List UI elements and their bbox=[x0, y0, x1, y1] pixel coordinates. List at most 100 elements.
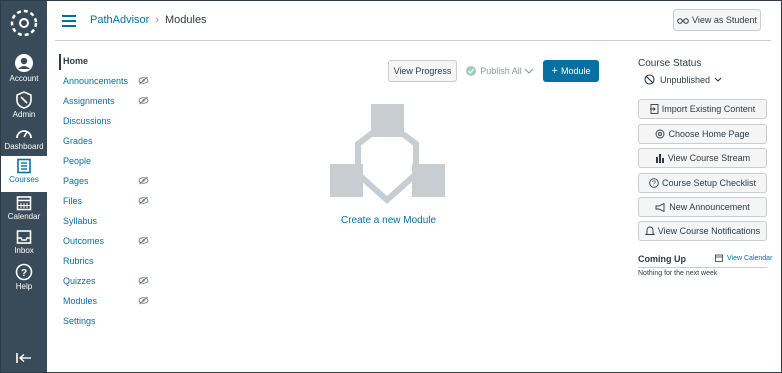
course-nav-settings-label: Settings bbox=[63, 316, 96, 326]
view-progress-button[interactable]: View Progress bbox=[388, 60, 457, 82]
gnav-inbox-label: Inbox bbox=[14, 246, 34, 255]
chevron-down-icon bbox=[714, 77, 722, 82]
course-nav-discussions-label: Discussions bbox=[63, 116, 112, 126]
course-nav-home-label: Home bbox=[63, 56, 89, 66]
course-nav-quizzes[interactable]: Quizzes bbox=[63, 276, 149, 290]
course-status-dropdown[interactable]: Unpublished bbox=[644, 74, 722, 85]
view-course-stream-button[interactable]: View Course Stream bbox=[638, 148, 767, 168]
course-nav-grades[interactable]: Grades bbox=[63, 136, 149, 150]
coming-up-title: Coming Up bbox=[638, 254, 686, 264]
glasses-icon bbox=[677, 17, 689, 24]
course-nav-pages[interactable]: Pages bbox=[63, 176, 149, 190]
course-nav-files[interactable]: Files bbox=[63, 196, 149, 210]
plus-icon: + bbox=[551, 65, 558, 77]
course-nav-assignments-label: Assignments bbox=[63, 96, 115, 106]
course-nav-files-label: Files bbox=[63, 196, 83, 206]
gnav-inbox[interactable]: Inbox bbox=[1, 227, 47, 261]
course-nav-pages-label: Pages bbox=[63, 176, 89, 186]
new-announcement-button[interactable]: New Announcement bbox=[638, 197, 767, 217]
courses-icon bbox=[17, 158, 31, 174]
svg-text:?: ? bbox=[652, 181, 656, 188]
course-nav-outcomes[interactable]: Outcomes bbox=[63, 236, 149, 250]
hidden-eye-icon bbox=[138, 296, 149, 305]
choose-home-page-button[interactable]: Choose Home Page bbox=[638, 124, 767, 144]
coming-up-divider bbox=[638, 267, 767, 268]
gnav-dashboard[interactable]: Dashboard bbox=[1, 123, 47, 157]
inbox-icon bbox=[16, 230, 32, 244]
calendar-icon bbox=[16, 196, 32, 211]
gnav-calendar-label: Calendar bbox=[7, 212, 41, 221]
hidden-eye-icon bbox=[138, 196, 149, 205]
course-nav-quizzes-label: Quizzes bbox=[63, 276, 96, 286]
course-nav-announcements[interactable]: Announcements bbox=[63, 76, 149, 90]
gnav-account[interactable]: Account bbox=[1, 51, 47, 85]
target-icon bbox=[656, 129, 665, 139]
help-icon: ? bbox=[15, 263, 33, 281]
course-menu-toggle-icon[interactable] bbox=[62, 15, 76, 27]
hidden-eye-icon bbox=[138, 176, 149, 185]
unpublished-icon bbox=[644, 74, 655, 85]
view-course-stream-label: View Course Stream bbox=[667, 153, 751, 163]
bar-chart-icon bbox=[655, 153, 664, 163]
dashboard-icon bbox=[16, 130, 32, 139]
view-course-notifications-label: View Course Notifications bbox=[657, 226, 761, 236]
account-icon bbox=[15, 54, 33, 72]
modules-empty-illustration bbox=[330, 104, 445, 205]
import-content-label: Import Existing Content bbox=[661, 104, 756, 114]
breadcrumb-course-link[interactable]: PathAdvisor bbox=[90, 14, 149, 26]
course-nav-settings[interactable]: Settings bbox=[63, 316, 149, 330]
breadcrumb: PathAdvisor › Modules bbox=[90, 14, 207, 26]
header-divider bbox=[55, 40, 771, 41]
view-progress-label: View Progress bbox=[393, 66, 452, 76]
published-check-icon bbox=[466, 66, 477, 76]
hidden-eye-icon bbox=[138, 276, 149, 285]
gnav-courses[interactable]: Courses bbox=[1, 156, 47, 192]
course-nav-home[interactable]: Home bbox=[59, 54, 149, 70]
course-status-title: Course Status bbox=[638, 58, 702, 69]
course-nav-assignments[interactable]: Assignments bbox=[63, 96, 149, 110]
view-as-student-label: View as Student bbox=[692, 15, 757, 25]
course-nav-discussions[interactable]: Discussions bbox=[63, 116, 149, 130]
svg-text:?: ? bbox=[21, 268, 27, 279]
import-content-button[interactable]: Import Existing Content bbox=[638, 99, 767, 119]
gnav-help[interactable]: ? Help bbox=[1, 261, 47, 295]
add-module-button[interactable]: + Module bbox=[543, 60, 599, 82]
add-module-label: Module bbox=[560, 66, 591, 76]
course-nav-people-label: People bbox=[63, 156, 92, 166]
course-status-value: Unpublished bbox=[660, 74, 711, 85]
publish-all-label: Publish All bbox=[480, 66, 522, 76]
gnav-dashboard-label: Dashboard bbox=[4, 142, 44, 151]
course-nav-grades-label: Grades bbox=[63, 136, 93, 146]
gnav-help-label: Help bbox=[15, 282, 33, 291]
gnav-admin[interactable]: Admin bbox=[1, 89, 47, 123]
new-announcement-label: New Announcement bbox=[669, 202, 750, 212]
calendar-icon bbox=[715, 254, 723, 262]
publish-all-button[interactable]: Publish All bbox=[462, 60, 538, 82]
create-module-link[interactable]: Create a new Module bbox=[341, 215, 436, 226]
gnav-admin-label: Admin bbox=[12, 110, 36, 119]
course-nav-people[interactable]: People bbox=[63, 156, 149, 170]
choose-home-page-label: Choose Home Page bbox=[668, 129, 750, 139]
collapse-nav-button[interactable] bbox=[1, 350, 47, 366]
course-nav-modules-label: Modules bbox=[63, 296, 98, 306]
hidden-eye-icon bbox=[138, 236, 149, 245]
course-nav-syllabus[interactable]: Syllabus bbox=[63, 216, 149, 230]
course-nav-modules[interactable]: Modules bbox=[63, 296, 149, 310]
canvas-logo-icon[interactable] bbox=[1, 1, 47, 45]
course-nav-rubrics[interactable]: Rubrics bbox=[63, 256, 149, 270]
view-as-student-button[interactable]: View as Student bbox=[673, 9, 761, 31]
view-calendar-link[interactable]: View Calendar bbox=[715, 254, 772, 262]
breadcrumb-separator: › bbox=[155, 14, 159, 26]
course-nav-syllabus-label: Syllabus bbox=[63, 216, 98, 226]
gnav-account-label: Account bbox=[9, 74, 39, 83]
global-nav: Account Admin Dashboard Courses Calendar… bbox=[1, 1, 47, 372]
megaphone-icon bbox=[655, 202, 665, 212]
breadcrumb-current: Modules bbox=[164, 14, 207, 26]
gnav-calendar[interactable]: Calendar bbox=[1, 193, 47, 227]
course-setup-checklist-label: Course Setup Checklist bbox=[661, 178, 757, 188]
view-course-notifications-button[interactable]: View Course Notifications bbox=[638, 221, 767, 241]
course-nav-outcomes-label: Outcomes bbox=[63, 236, 105, 246]
course-nav-rubrics-label: Rubrics bbox=[63, 256, 94, 266]
bell-icon bbox=[644, 226, 655, 235]
course-setup-checklist-button[interactable]: ? Course Setup Checklist bbox=[638, 173, 767, 193]
